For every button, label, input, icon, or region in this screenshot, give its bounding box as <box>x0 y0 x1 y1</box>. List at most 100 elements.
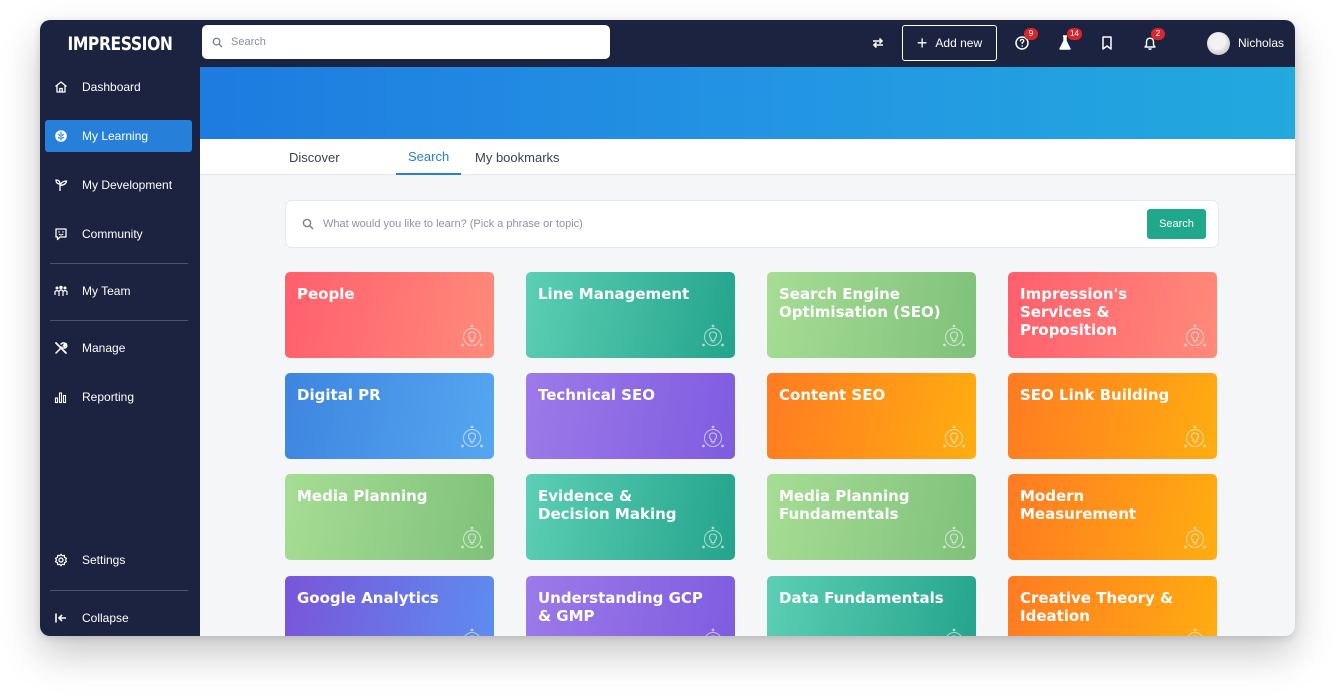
avatar <box>1207 31 1230 55</box>
lab-button[interactable]: 14 <box>1057 28 1082 52</box>
learning-search-button[interactable]: Search <box>1147 209 1206 239</box>
topic-card[interactable]: Content SEO <box>767 373 976 459</box>
sidebar-item-label: My Team <box>82 284 131 298</box>
add-new-button[interactable]: + Add new <box>902 25 997 61</box>
lightbulb-icon <box>1187 628 1203 636</box>
lightbulb-icon <box>946 628 962 636</box>
lightbulb-icon <box>705 628 721 636</box>
user-name: Nicholas <box>1238 36 1285 50</box>
topic-title: Line Management <box>538 285 690 303</box>
sidebar-item-dashboard[interactable]: Dashboard <box>45 71 192 103</box>
sidebar-collapse-button[interactable]: Collapse <box>45 602 192 634</box>
app-window: IMPRESSION Search + Add new 9 14 2 Nicho… <box>40 20 1295 636</box>
collapse-icon <box>55 613 66 623</box>
topic-title: Creative Theory & Ideation <box>1020 589 1174 625</box>
topic-card[interactable]: Line Management <box>526 272 735 358</box>
app-logo[interactable]: IMPRESSION <box>54 20 185 67</box>
sidebar-item-my-team[interactable]: My Team <box>45 275 192 307</box>
global-search-placeholder: Search <box>231 36 266 48</box>
add-new-label: Add new <box>935 36 983 50</box>
topic-card[interactable]: People <box>285 272 494 358</box>
tools-icon <box>55 342 68 354</box>
lightbulb-icon <box>461 324 483 347</box>
sidebar-divider <box>50 320 188 321</box>
topic-title: SEO Link Building <box>1020 386 1170 404</box>
topic-title: Search Engine Optimisation (SEO) <box>779 285 941 321</box>
tab-my-bookmarks[interactable]: My bookmarks <box>475 139 560 175</box>
lightbulb-icon <box>702 324 724 347</box>
gear-icon <box>54 553 68 567</box>
sidebar-item-label: Community <box>82 227 143 241</box>
bookmark-icon <box>1102 36 1112 50</box>
bar-chart-icon <box>54 392 67 404</box>
topic-title: Modern Measurement <box>1020 487 1137 523</box>
topic-card[interactable]: Creative Theory & Ideation <box>1008 576 1217 636</box>
sidebar-item-reporting[interactable]: Reporting <box>45 381 192 413</box>
lightbulb-icon <box>943 526 965 549</box>
sidebar-item-label: Reporting <box>82 390 135 404</box>
lightbulb-icon <box>1184 526 1206 549</box>
lightbulb-icon <box>1184 324 1206 347</box>
sidebar-item-label: My Learning <box>82 129 149 143</box>
topic-title: Impression's Services & Proposition <box>1020 285 1128 339</box>
topic-card[interactable]: Media Planning Fundamentals <box>767 474 976 560</box>
topic-grid: People Line Management Search Engine Optim… <box>285 272 1219 636</box>
topic-card[interactable]: Media Planning <box>285 474 494 560</box>
user-menu[interactable]: Nicholas <box>1207 31 1284 55</box>
sidebar-item-manage[interactable]: Manage <box>45 332 192 364</box>
topic-card[interactable]: Understanding GCP & GMP <box>526 576 735 636</box>
lightbulb-icon <box>464 628 480 636</box>
brain-icon <box>55 130 67 142</box>
lightbulb-icon <box>1184 425 1206 448</box>
sidebar-item-community[interactable]: Community <box>45 218 192 250</box>
topic-card[interactable]: Impression's Services & Proposition <box>1008 272 1217 358</box>
topic-title: Google Analytics <box>297 589 439 607</box>
lab-badge: 14 <box>1067 28 1082 40</box>
topic-card[interactable]: Google Analytics <box>285 576 494 636</box>
topic-card[interactable]: SEO Link Building <box>1008 373 1217 459</box>
sidebar-item-label: Dashboard <box>82 80 141 94</box>
sidebar-item-label: Manage <box>82 341 126 355</box>
home-icon <box>55 81 67 93</box>
sidebar-item-my-development[interactable]: My Development <box>45 169 192 201</box>
topic-card[interactable]: Technical SEO <box>526 373 735 459</box>
topic-card[interactable]: Modern Measurement <box>1008 474 1217 560</box>
plus-icon: + <box>916 33 928 53</box>
page-banner <box>200 67 1295 139</box>
lightbulb-icon <box>461 526 483 549</box>
tab-bar: Discover Search My bookmarks <box>200 139 1295 175</box>
lightbulb-icon <box>943 324 965 347</box>
sidebar-divider <box>50 590 188 591</box>
topic-title: Evidence & Decision Making <box>538 487 677 523</box>
global-search-input[interactable]: Search <box>202 25 610 59</box>
chat-smile-icon <box>55 228 67 241</box>
notifications-badge: 2 <box>1151 28 1165 40</box>
lightbulb-icon <box>943 425 965 448</box>
sidebar-item-label: Collapse <box>82 611 129 625</box>
topic-card[interactable]: Data Fundamentals <box>767 576 976 636</box>
team-icon <box>54 285 68 296</box>
swap-icon[interactable] <box>870 35 886 51</box>
topic-card[interactable]: Search Engine Optimisation (SEO) <box>767 272 976 358</box>
learning-search-input[interactable]: What would you like to learn? (Pick a ph… <box>285 200 1219 248</box>
sprout-icon <box>55 179 68 191</box>
search-icon <box>212 37 223 48</box>
help-button[interactable]: 9 <box>1014 28 1038 52</box>
sidebar-item-my-learning[interactable]: My Learning <box>45 120 192 152</box>
sidebar-item-settings[interactable]: Settings <box>45 544 192 576</box>
topic-title: Media Planning <box>297 487 428 505</box>
topic-card[interactable]: Digital PR <box>285 373 494 459</box>
topic-title: Media Planning Fundamentals <box>779 487 910 523</box>
lightbulb-icon <box>702 425 724 448</box>
lightbulb-icon <box>702 526 724 549</box>
tab-discover[interactable]: Discover <box>289 139 340 175</box>
topic-card[interactable]: Evidence & Decision Making <box>526 474 735 560</box>
bookmarks-button[interactable] <box>1098 34 1116 52</box>
topic-title: Technical SEO <box>538 386 655 404</box>
lightbulb-icon <box>461 425 483 448</box>
tab-search[interactable]: Search <box>396 139 462 175</box>
help-badge: 9 <box>1024 28 1038 40</box>
notifications-button[interactable]: 2 <box>1141 28 1165 52</box>
sidebar-item-label: My Development <box>82 178 173 192</box>
topic-title: People <box>297 285 355 303</box>
